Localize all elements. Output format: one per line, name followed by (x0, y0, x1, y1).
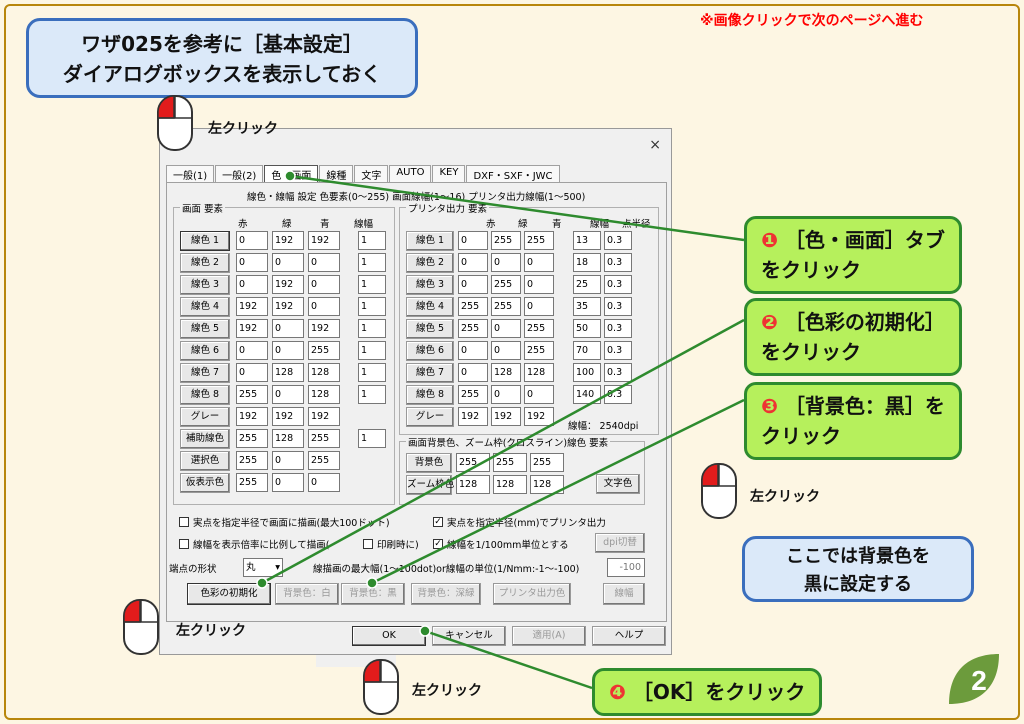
step-2-line1: ［色彩の初期化］ (784, 310, 945, 334)
note-callout: ここでは背景色を 黒に設定する (742, 536, 974, 602)
dot-2 (256, 577, 268, 589)
click-label-4: 左クリック (412, 683, 482, 699)
leaf-icon: 2 (949, 654, 999, 704)
step-2-line2: をクリック (761, 340, 861, 364)
step-2-callout: ❷ ［色彩の初期化］ をクリック (744, 298, 962, 376)
dot-3 (366, 577, 378, 589)
mouse-icon (123, 599, 159, 655)
step-3-callout: ❸ ［背景色：黒］を クリック (744, 382, 962, 460)
step-4-line1: ［OK］をクリック (632, 680, 806, 704)
page-number: 2 (971, 665, 987, 696)
step-4-callout: ❹ ［OK］をクリック (592, 668, 823, 716)
dot-1 (284, 170, 296, 182)
click-label-1: 左クリック (208, 121, 278, 137)
step-3-number: ❸ (761, 394, 778, 418)
connector-line-2 (261, 318, 745, 585)
step-2-number: ❷ (761, 310, 778, 334)
step-1-line1: ［色・画面］タブ (784, 228, 945, 252)
step-4-number: ❹ (609, 680, 626, 704)
connector-line-1 (289, 174, 745, 242)
click-label-3: 左クリック (176, 623, 246, 639)
note-line-2: 黒に設定する (804, 574, 912, 595)
step-1-line2: をクリック (761, 258, 861, 282)
step-3-line2: クリック (761, 424, 841, 448)
click-label-2: 左クリック (750, 489, 820, 505)
step-3-line1: ［背景色：黒］を (784, 394, 945, 418)
dot-4 (419, 625, 431, 637)
mouse-icon (701, 463, 737, 519)
mouse-icon (157, 95, 193, 151)
note-line-1: ここでは背景色を (786, 546, 930, 567)
mouse-icon (363, 659, 399, 715)
step-1-callout: ❶ ［色・画面］タブ をクリック (744, 216, 962, 294)
step-1-number: ❶ (761, 228, 778, 252)
